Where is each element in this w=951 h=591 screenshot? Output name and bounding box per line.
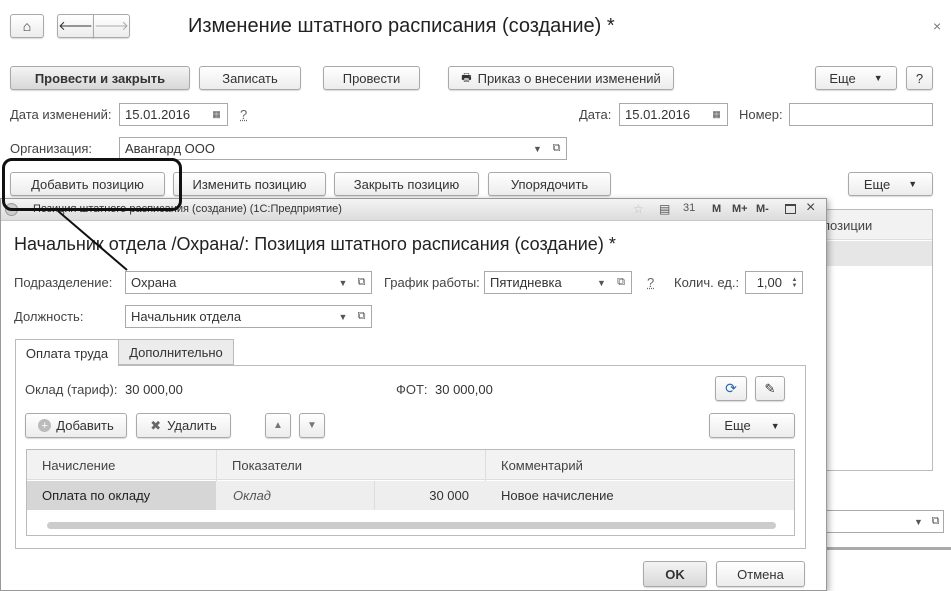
callout-line: [57, 210, 128, 271]
tab-salary[interactable]: Оплата труда: [15, 339, 119, 366]
